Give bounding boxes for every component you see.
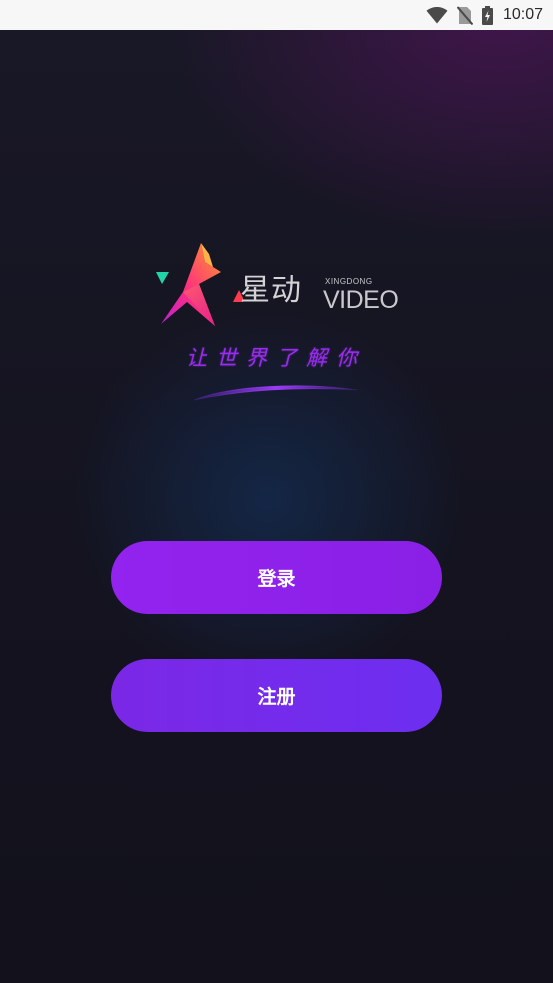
status-time: 10:07: [502, 6, 543, 23]
app-logo: 星动 XINGDONG VIDEO: [153, 240, 403, 330]
logo-name-pinyin: XINGDONG: [325, 277, 373, 286]
login-button-label: 登录: [257, 568, 296, 590]
slogan: 让世界了解你: [186, 346, 366, 370]
no-sim-icon: [456, 5, 473, 25]
logo-name-cn: 星动: [240, 273, 302, 308]
battery-charging-icon: [481, 5, 493, 25]
register-button[interactable]: 注册: [111, 659, 442, 732]
logo-name-en: VIDEO: [323, 286, 399, 314]
star-logo-icon: [156, 243, 243, 326]
login-button[interactable]: 登录: [111, 541, 442, 614]
register-button-label: 注册: [257, 686, 296, 708]
wifi-icon: [426, 6, 448, 24]
slogan-swoosh: [193, 385, 359, 401]
status-bar: 10:07: [0, 0, 553, 30]
status-icons: 10:07: [426, 0, 543, 30]
welcome-screen: 10:07 星动 XINGDONG VIDEO 让世界了解你 登录 注册: [0, 0, 553, 983]
